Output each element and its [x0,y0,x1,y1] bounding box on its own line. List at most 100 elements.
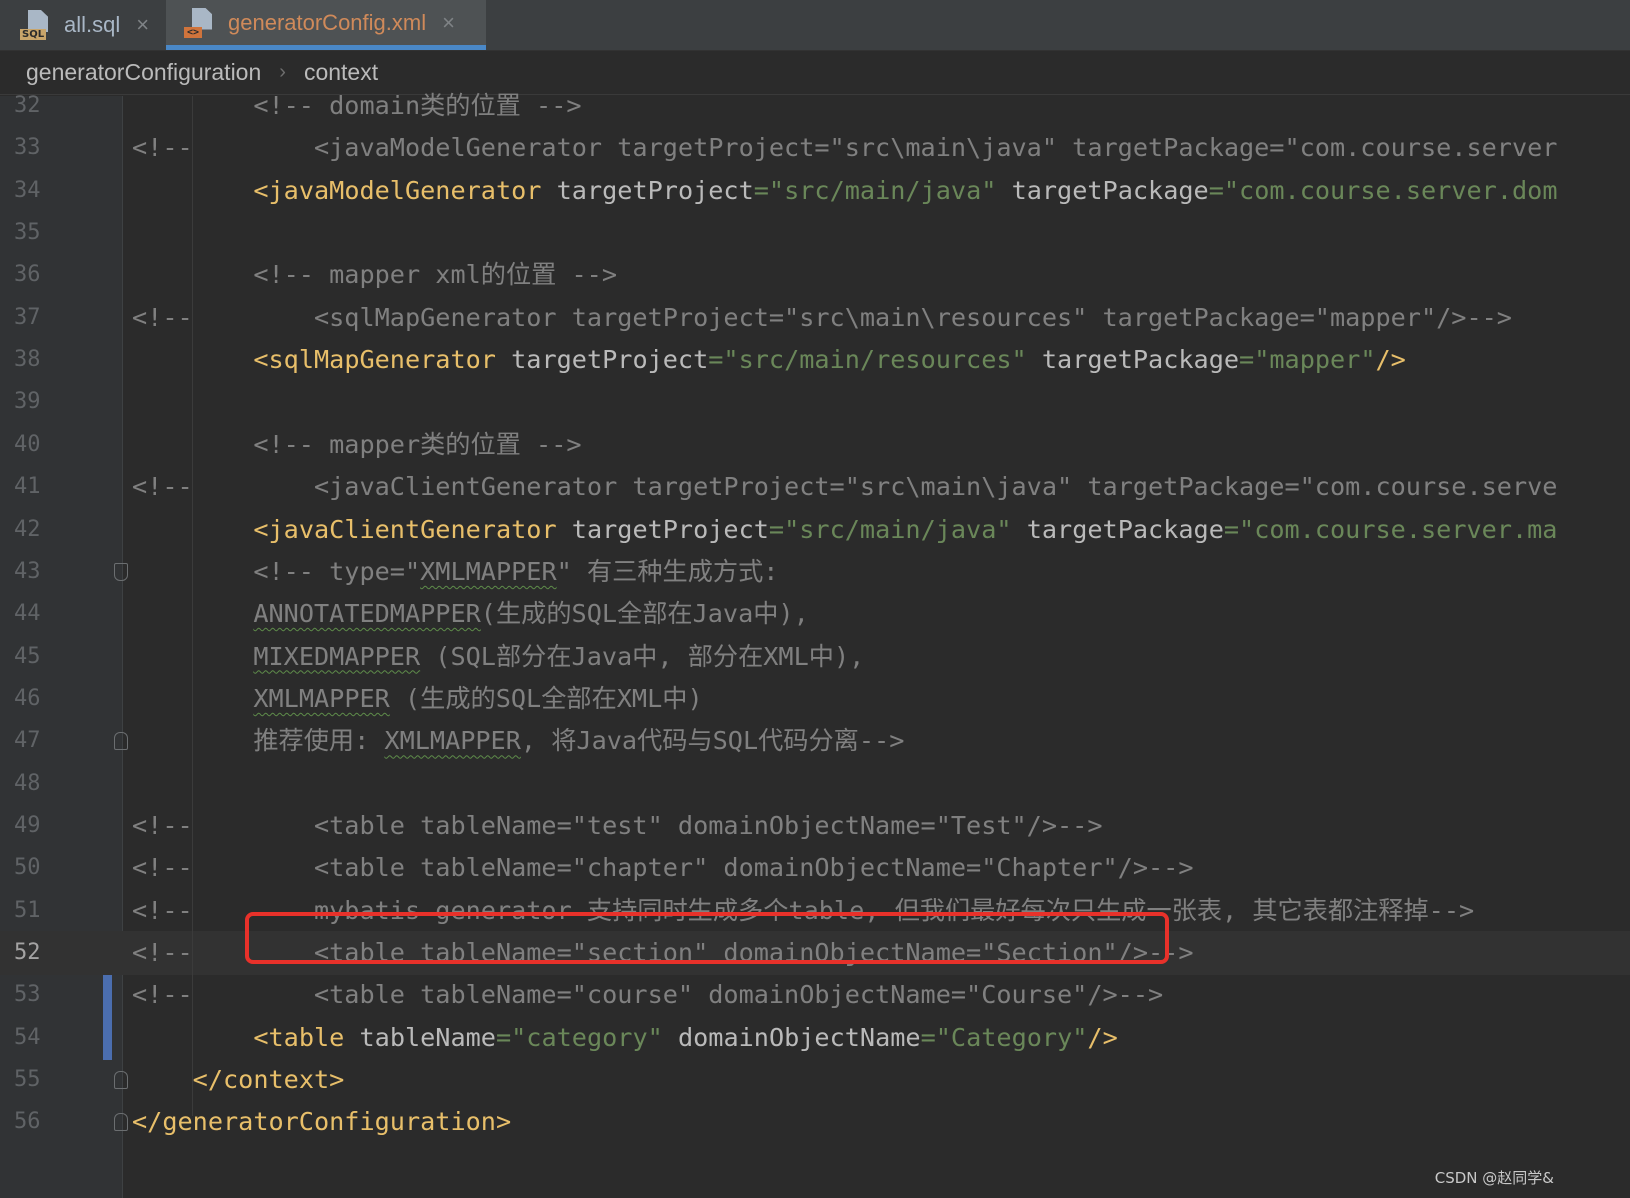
code-line[interactable]: 43 <!-- type="XMLMAPPER" 有三种生成方式: [0,550,1630,594]
code-token: (SQL部分在Java中, 部分在XML中), [420,641,865,671]
tab-generatorconfig-xml[interactable]: <> generatorConfig.xml × [166,0,486,50]
code-text[interactable]: <javaClientGenerator targetProject="src/… [132,508,1557,552]
code-token: XMLMAPPER [253,683,390,713]
code-text[interactable]: ANNOTATEDMAPPER(生成的SQL全部在Java中), [132,592,809,636]
code-text[interactable]: <table tableName="category" domainObject… [132,1016,1117,1060]
code-token: /> [1375,345,1406,375]
code-text[interactable]: <sqlMapGenerator targetProject="src/main… [132,338,1406,382]
code-token: (生成的SQL全部在Java中), [480,599,809,629]
code-line[interactable]: 54 <table tableName="category" domainObj… [0,1016,1630,1060]
code-token: targetPackage [1041,345,1240,375]
line-number: 38 [14,347,41,373]
code-text[interactable]: 推荐使用: XMLMAPPER, 将Java代码与SQL代码分离--> [132,719,904,763]
code-token: " 有三种生成方式: [556,556,779,586]
code-line[interactable]: 33 <!-- <javaModelGenerator targetProject… [0,126,1630,170]
code-token: XMLMAPPER [420,556,557,586]
tab-label: generatorConfig.xml [228,9,427,35]
code-line[interactable]: 41 <!-- <javaClientGenerator targetProjec… [0,465,1630,509]
code-token: <!-- mapper xml的位置 --> [132,260,617,290]
code-line[interactable]: 32 <!-- domain类的位置 --> [0,84,1630,128]
code-text[interactable]: <!-- <javaClientGenerator targetProject=… [132,465,1557,509]
tab-all-sql[interactable]: SQL all.sql × [20,0,170,50]
code-token: ="src/main/java" [768,514,1027,544]
line-number: 56 [14,1109,41,1135]
code-token: <javaClientGenerator [253,514,572,544]
code-text[interactable]: <!-- type="XMLMAPPER" 有三种生成方式: [132,550,778,594]
code-token: ="com.course.server.dom [1208,175,1558,205]
code-text[interactable]: <!-- mapper xml的位置 --> [132,253,617,297]
code-line[interactable]: 35 [0,211,1630,255]
code-line[interactable]: 47 推荐使用: XMLMAPPER, 将Java代码与SQL代码分离--> [0,719,1630,763]
code-token: </generatorConfiguration> [132,1107,512,1137]
watermark: CSDN @赵同学& [1434,1169,1554,1187]
line-number: 52 [14,940,41,965]
code-token: targetPackage [1026,514,1224,544]
code-token: <javaModelGenerator [253,175,557,205]
code-token: targetProject [556,175,754,205]
code-line[interactable]: 45 MIXEDMAPPER (SQL部分在Java中, 部分在XML中), [0,635,1630,679]
code-text[interactable]: <!-- <javaModelGenerator targetProject="… [132,126,1557,170]
fold-marker-icon[interactable] [114,732,128,751]
code-line[interactable]: 36 <!-- mapper xml的位置 --> [0,253,1630,297]
code-token: <!-- domain类的位置 --> [132,91,582,120]
fold-marker-icon[interactable] [114,1071,128,1090]
code-line[interactable]: 55 </context> [0,1058,1630,1102]
line-number: 45 [14,643,41,669]
code-editor[interactable]: 32 <!-- domain类的位置 --> 33 <!-- <javaModelG… [0,91,1630,1198]
code-line[interactable]: 38 <sqlMapGenerator targetProject="src/m… [0,338,1630,382]
code-text[interactable]: <!-- <table tableName="course" domainObj… [132,973,1163,1017]
code-line[interactable]: 46 XMLMAPPER (生成的SQL全部在XML中) [0,677,1630,721]
code-token: XMLMAPPER [384,726,521,756]
fold-marker-icon[interactable] [114,1113,128,1132]
code-line[interactable]: 34 <javaModelGenerator targetProject="sr… [0,169,1630,213]
code-token: <!-- <table tableName="chapter" domainOb… [132,853,1194,883]
code-text[interactable]: <!-- <table tableName="chapter" domainOb… [132,846,1194,890]
code-text[interactable]: MIXEDMAPPER (SQL部分在Java中, 部分在XML中), [132,635,864,679]
code-line[interactable]: 56 </generatorConfiguration> [0,1100,1630,1144]
code-line[interactable]: 42 <javaClientGenerator targetProject="s… [0,508,1630,552]
fold-marker-icon[interactable] [114,562,128,581]
line-number: 48 [14,770,41,796]
code-text[interactable]: <javaModelGenerator targetProject="src/m… [132,169,1557,213]
line-number: 36 [14,262,41,288]
code-text[interactable]: <!-- <sqlMapGenerator targetProject="src… [132,296,1512,340]
line-number: 53 [14,982,41,1008]
close-icon[interactable]: × [136,12,149,38]
code-token: ="category" [495,1022,678,1052]
code-line[interactable]: 39 [0,380,1630,424]
code-token: targetProject [511,345,709,375]
editor-tab-bar: SQL all.sql × <> generatorConfig.xml × [0,0,1630,51]
code-line[interactable]: 50 <!-- <table tableName="chapter" domain… [0,846,1630,890]
line-number: 46 [14,685,41,711]
code-line[interactable]: 48 [0,762,1630,806]
code-token: ="Category" [920,1022,1088,1052]
annotation-highlight-box [245,912,1169,964]
code-line[interactable]: 49 <!-- <table tableName="test" domainObj… [0,804,1630,848]
code-text[interactable]: XMLMAPPER (生成的SQL全部在XML中) [132,677,702,721]
chevron-right-icon: › [279,61,286,83]
code-token: MIXEDMAPPER [253,641,421,671]
breadcrumb-item-generatorconfiguration[interactable]: generatorConfiguration [26,59,261,86]
code-line[interactable]: 53 <!-- <table tableName="course" domainO… [0,973,1630,1017]
tab-label: all.sql [64,12,121,37]
code-token: targetProject [571,514,769,544]
line-number: 35 [14,220,41,246]
code-token: <!-- <javaClientGenerator targetProject=… [132,472,1558,502]
line-number: 51 [14,897,41,923]
code-token: tableName [359,1022,496,1052]
code-token: <!-- <table tableName="test" domainObjec… [132,810,1103,840]
close-icon[interactable]: × [442,10,455,36]
code-line[interactable]: 44 ANNOTATEDMAPPER(生成的SQL全部在Java中), [0,592,1630,636]
code-token: ="src/main/resources" [708,345,1042,375]
code-text[interactable]: <!-- <table tableName="test" domainObjec… [132,804,1103,848]
line-number: 34 [14,177,41,203]
code-text[interactable]: <!-- domain类的位置 --> [132,84,582,128]
code-line[interactable]: 37 <!-- <sqlMapGenerator targetProject="s… [0,296,1630,340]
line-number: 49 [14,812,41,838]
code-line[interactable]: 40 <!-- mapper类的位置 --> [0,423,1630,467]
code-text[interactable]: </generatorConfiguration> [132,1100,511,1144]
breadcrumb-item-context[interactable]: context [304,59,378,86]
code-text[interactable]: </context> [132,1058,345,1102]
code-text[interactable]: <!-- mapper类的位置 --> [132,423,581,467]
